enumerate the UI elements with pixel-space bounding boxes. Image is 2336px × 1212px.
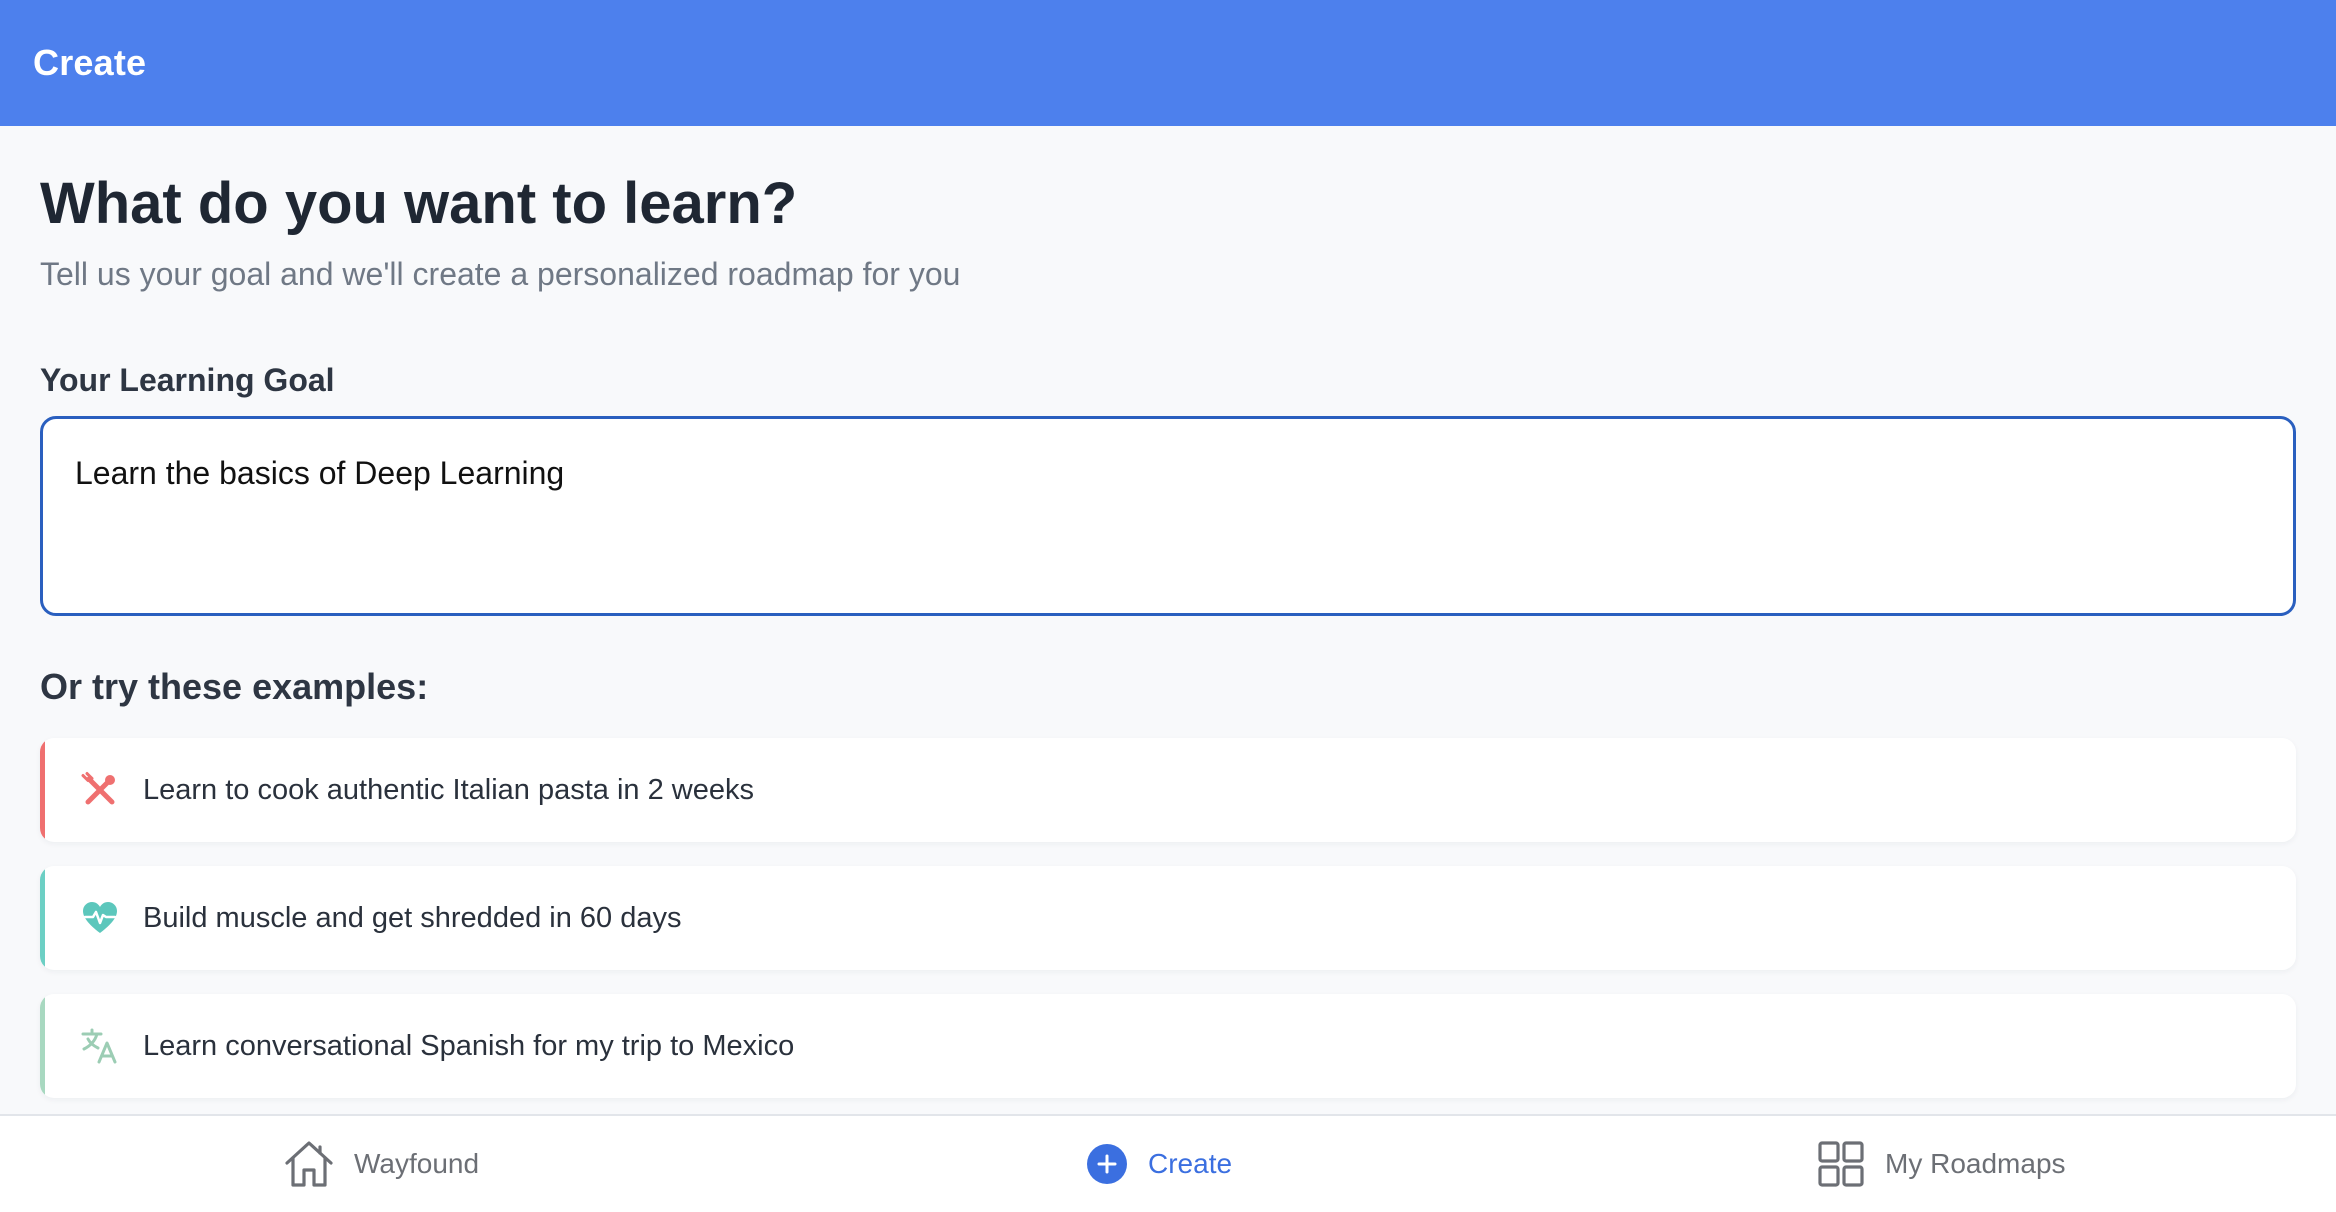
tab-wayfound[interactable]: Wayfound: [284, 1116, 479, 1212]
translate-icon: [78, 1024, 122, 1068]
tab-label: Wayfound: [354, 1148, 480, 1179]
learning-goal-input[interactable]: [40, 416, 2296, 616]
bottom-tab-bar: Wayfound Create My Roadmaps: [0, 1114, 2336, 1212]
fork-knife-icon: [78, 768, 122, 812]
example-accent-bar: [40, 738, 45, 842]
tab-label: Create: [1148, 1148, 1233, 1179]
example-text: Learn to cook authentic Italian pasta in…: [143, 773, 754, 806]
header-title: Create: [33, 42, 147, 83]
home-icon: [284, 1139, 334, 1189]
examples-heading: Or try these examples:: [40, 666, 429, 707]
grid-icon: [1817, 1140, 1865, 1188]
tab-create[interactable]: Create: [1086, 1116, 1232, 1212]
example-accent-bar: [40, 866, 45, 970]
page-subtitle: Tell us your goal and we'll create a per…: [40, 256, 961, 292]
create-screen: Create What do you want to learn? Tell u…: [0, 0, 2336, 1212]
tab-label: My Roadmaps: [1885, 1148, 2066, 1179]
tab-my-roadmaps[interactable]: My Roadmaps: [1817, 1116, 2066, 1212]
example-text: Build muscle and get shredded in 60 days: [143, 901, 682, 934]
example-card-spanish[interactable]: Learn conversational Spanish for my trip…: [40, 994, 2296, 1098]
example-accent-bar: [40, 994, 45, 1098]
heart-pulse-icon: [78, 896, 122, 940]
page-title: What do you want to learn?: [40, 171, 798, 236]
example-text: Learn conversational Spanish for my trip…: [143, 1029, 795, 1062]
example-card-muscle[interactable]: Build muscle and get shredded in 60 days: [40, 866, 2296, 970]
top-header: Create: [0, 0, 2336, 126]
goal-label: Your Learning Goal: [40, 362, 335, 398]
plus-circle-icon: [1086, 1143, 1128, 1185]
example-list: Learn to cook authentic Italian pasta in…: [40, 738, 2296, 1122]
example-card-pasta[interactable]: Learn to cook authentic Italian pasta in…: [40, 738, 2296, 842]
